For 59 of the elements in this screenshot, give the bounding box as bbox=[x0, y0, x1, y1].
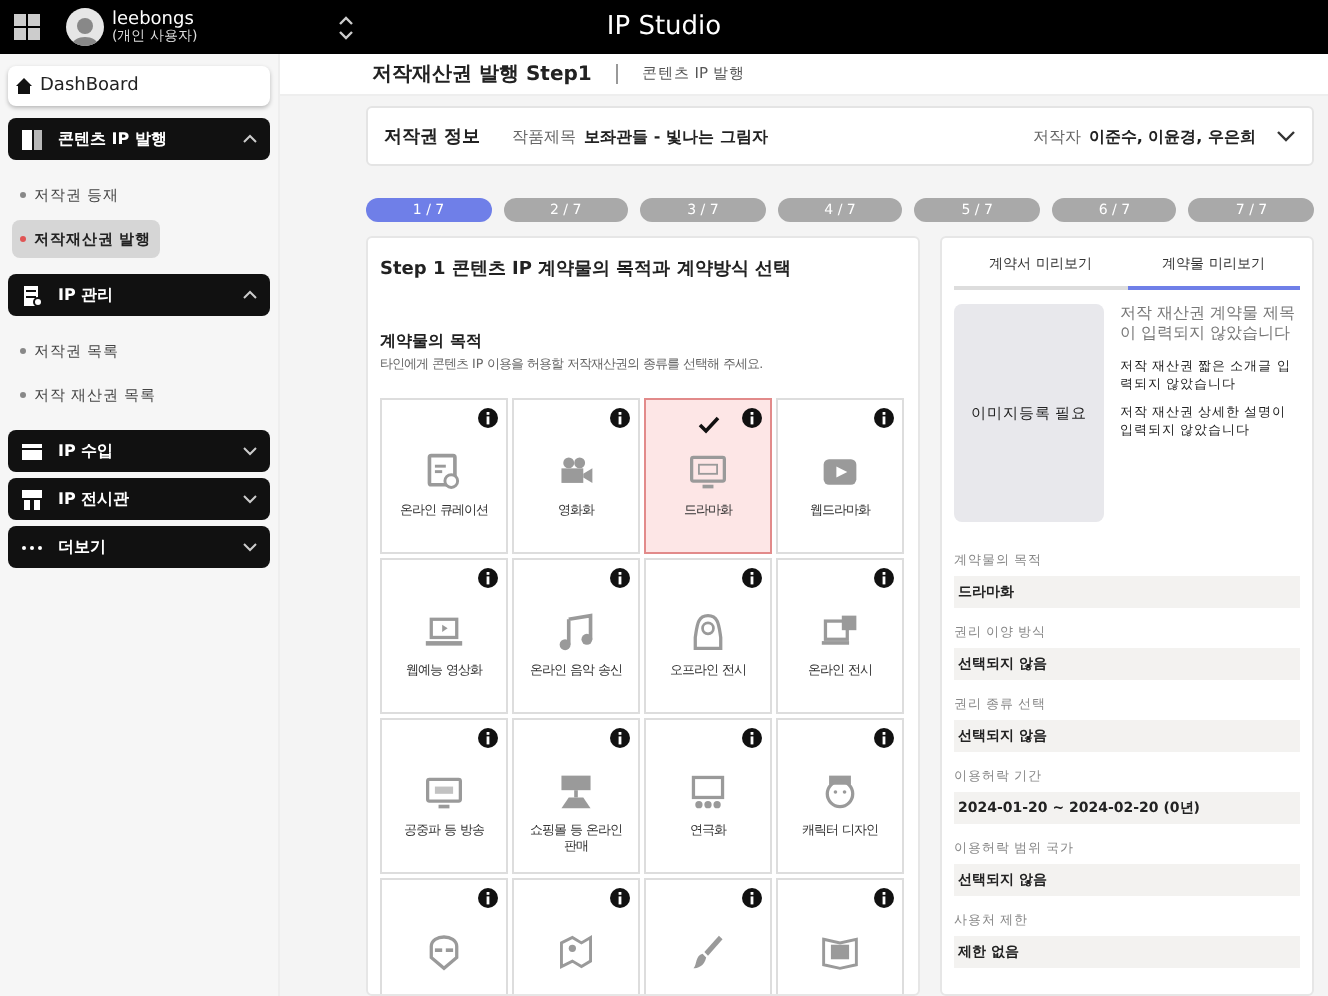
chevron-icon bbox=[242, 542, 258, 552]
up-down-chevron-icon[interactable] bbox=[337, 15, 354, 39]
chevron-icon bbox=[242, 446, 258, 456]
brush-icon bbox=[688, 932, 728, 972]
info-icon[interactable] bbox=[874, 728, 894, 748]
tv-icon bbox=[424, 772, 464, 812]
dashboard-button[interactable]: DashBoard bbox=[8, 66, 270, 106]
info-heading: 저작권 정보 bbox=[384, 125, 481, 149]
stage-icon bbox=[688, 772, 728, 812]
card-icon bbox=[20, 439, 44, 463]
map-icon bbox=[556, 932, 596, 972]
info-icon[interactable] bbox=[610, 568, 630, 588]
music-note-icon bbox=[556, 612, 596, 652]
laptop-icon bbox=[424, 612, 464, 652]
author-names: 이준수, 이윤경, 우은희 bbox=[1088, 125, 1256, 147]
step-title: Step 1 콘텐츠 IP 계약물의 목적과 계약방식 선택 bbox=[380, 258, 793, 282]
home-icon bbox=[16, 78, 32, 94]
helmet-icon bbox=[424, 932, 464, 972]
info-icon[interactable] bbox=[478, 408, 498, 428]
window-icon bbox=[424, 452, 464, 492]
document-icon bbox=[20, 283, 44, 307]
app-title: IP Studio bbox=[606, 12, 722, 42]
info-icon[interactable] bbox=[610, 888, 630, 908]
info-icon[interactable] bbox=[742, 568, 762, 588]
store-icon bbox=[20, 487, 44, 511]
chevron-icon bbox=[242, 290, 258, 300]
info-icon[interactable] bbox=[874, 568, 894, 588]
menu-group[interactable]: 더보기 bbox=[8, 526, 270, 568]
work-title: 보좌관들 - 빛나는 그림자 bbox=[584, 125, 768, 147]
info-icon[interactable] bbox=[478, 888, 498, 908]
info-icon[interactable] bbox=[610, 728, 630, 748]
info-icon[interactable] bbox=[478, 728, 498, 748]
info-icon[interactable] bbox=[742, 408, 762, 428]
menu-group[interactable]: IP 관리 bbox=[8, 274, 270, 316]
grid-menu-icon[interactable] bbox=[14, 14, 40, 40]
info-icon[interactable] bbox=[874, 408, 894, 428]
menu-group[interactable]: IP 전시관 bbox=[8, 478, 270, 520]
info-icon[interactable] bbox=[478, 568, 498, 588]
section-title: 계약물의 목적 bbox=[380, 330, 484, 352]
monitor-icon bbox=[688, 452, 728, 492]
avatar bbox=[66, 8, 104, 46]
info-icon[interactable] bbox=[874, 888, 894, 908]
menu-group[interactable]: IP 수입 bbox=[8, 430, 270, 472]
sign-icon bbox=[556, 772, 596, 812]
work-label: 작품제목 bbox=[512, 125, 577, 147]
chevron-icon[interactable] bbox=[1276, 129, 1296, 143]
info-icon[interactable] bbox=[742, 728, 762, 748]
page-title: 저작재산권 발행 Step1 bbox=[372, 62, 592, 88]
face-icon bbox=[820, 772, 860, 812]
author-label: 저작자 bbox=[1032, 125, 1081, 147]
menu-group[interactable]: 콘텐츠 IP 발행 bbox=[8, 118, 270, 160]
title-notice: 저작 재산권 계약물 제목이 입력되지 않았습니다 bbox=[1120, 304, 1298, 346]
chevron-icon bbox=[242, 494, 258, 504]
check-icon bbox=[698, 416, 720, 434]
person-icon bbox=[688, 612, 728, 652]
info-icon[interactable] bbox=[610, 408, 630, 428]
info-icon[interactable] bbox=[742, 888, 762, 908]
user-name: leebongs bbox=[112, 11, 196, 29]
chevron-icon bbox=[242, 134, 258, 144]
